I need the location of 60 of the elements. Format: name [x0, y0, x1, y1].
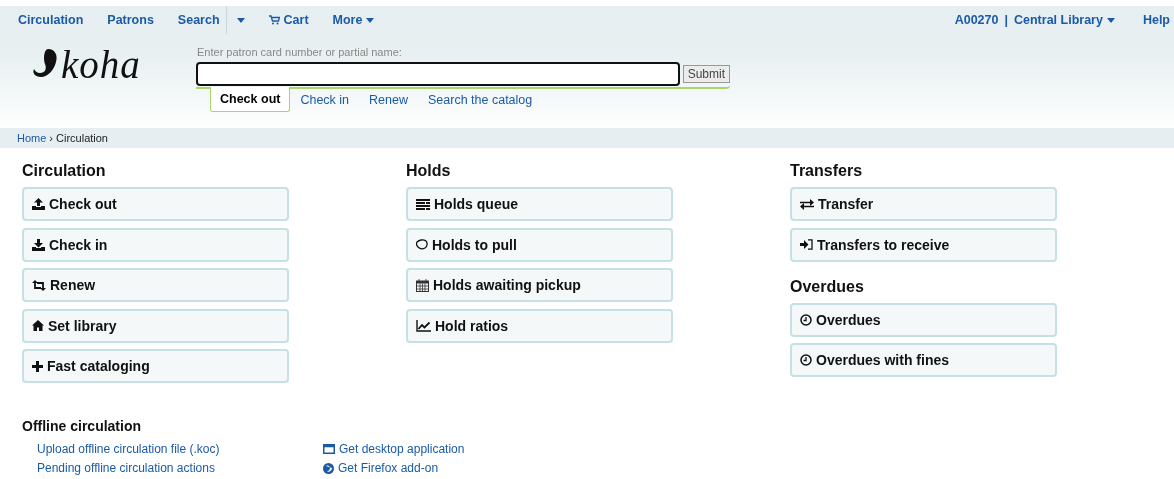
breadcrumb-current: Circulation [56, 132, 108, 144]
circulation-button[interactable]: Transfer [790, 187, 1057, 221]
section-heading: Overdues [790, 277, 865, 296]
upload-icon [32, 198, 45, 210]
cart-icon [268, 15, 280, 25]
caret-icon [236, 17, 245, 23]
section-heading: Transfers [790, 162, 864, 180]
nav-link[interactable]: Circulation [6, 13, 96, 27]
section-heading: Offline circulation [22, 418, 142, 434]
submit-button[interactable]: Submit [682, 65, 730, 83]
breadcrumb-link[interactable]: Home [17, 132, 47, 144]
circulation-button[interactable]: Check in [22, 227, 289, 262]
circulation-button[interactable]: Transfers to receive [790, 227, 1057, 262]
circulation-button[interactable]: Overdues [790, 302, 1057, 337]
caret-icon [1106, 17, 1115, 23]
globe-icon [323, 462, 334, 474]
logo-drop-icon [31, 48, 59, 80]
search-tab[interactable]: Search the catalog [418, 87, 543, 112]
nav-link[interactable]: A00270 [948, 13, 1005, 27]
offline-link[interactable]: Pending offline circulation actions [37, 461, 323, 475]
offline-link[interactable]: Upload offline circulation file (.koc) [37, 442, 323, 456]
search-tab[interactable]: Renew [359, 87, 418, 112]
clock-icon [800, 313, 812, 326]
search-tab[interactable]: Check out [210, 87, 291, 112]
nav-link[interactable]: Help [1120, 13, 1174, 27]
logo-text: koha [61, 48, 141, 82]
sign-in-icon [800, 239, 813, 250]
patron-search-field[interactable] [196, 62, 680, 86]
more-menu[interactable]: More [320, 13, 387, 27]
calendar-icon [416, 278, 429, 292]
caret-icon [366, 17, 375, 23]
circulation-button[interactable]: Fast cataloging [22, 349, 289, 383]
nav-link[interactable]: Search [165, 13, 232, 27]
circulation-button[interactable]: Set library [22, 308, 289, 343]
offline-link[interactable]: Get desktop application [323, 442, 609, 456]
clock-icon [800, 354, 812, 366]
circulation-button[interactable]: Overdues with fines [790, 343, 1057, 377]
download-icon [32, 238, 45, 251]
exchange-icon [800, 198, 814, 210]
section-heading: Circulation [22, 162, 107, 180]
section-heading: Holds [406, 162, 452, 180]
circulation-button[interactable]: Holds awaiting pickup [406, 268, 673, 302]
window-icon [323, 444, 335, 454]
library-menu[interactable]: Central Library [1008, 13, 1121, 27]
home-icon [32, 320, 44, 331]
nav-link[interactable]: Patrons [95, 13, 166, 27]
circulation-button[interactable]: Renew [22, 268, 289, 302]
cart-link[interactable]: Cart [256, 13, 321, 27]
circulation-button[interactable]: Holds to pull [406, 227, 673, 262]
circulation-button[interactable]: Check out [22, 187, 289, 221]
search-tab[interactable]: Check in [290, 87, 360, 112]
circulation-button[interactable]: Holds queue [406, 187, 673, 221]
breadcrumb-separator: › [49, 132, 53, 144]
search-label: Enter patron card number or partial name: [197, 46, 403, 58]
list-icon [416, 198, 430, 210]
plus-icon [32, 360, 43, 372]
separator: | [1004, 13, 1008, 27]
line-chart-icon [416, 319, 431, 332]
offline-link[interactable]: Get Firefox add-on [323, 461, 609, 475]
circulation-button[interactable]: Hold ratios [406, 308, 673, 343]
